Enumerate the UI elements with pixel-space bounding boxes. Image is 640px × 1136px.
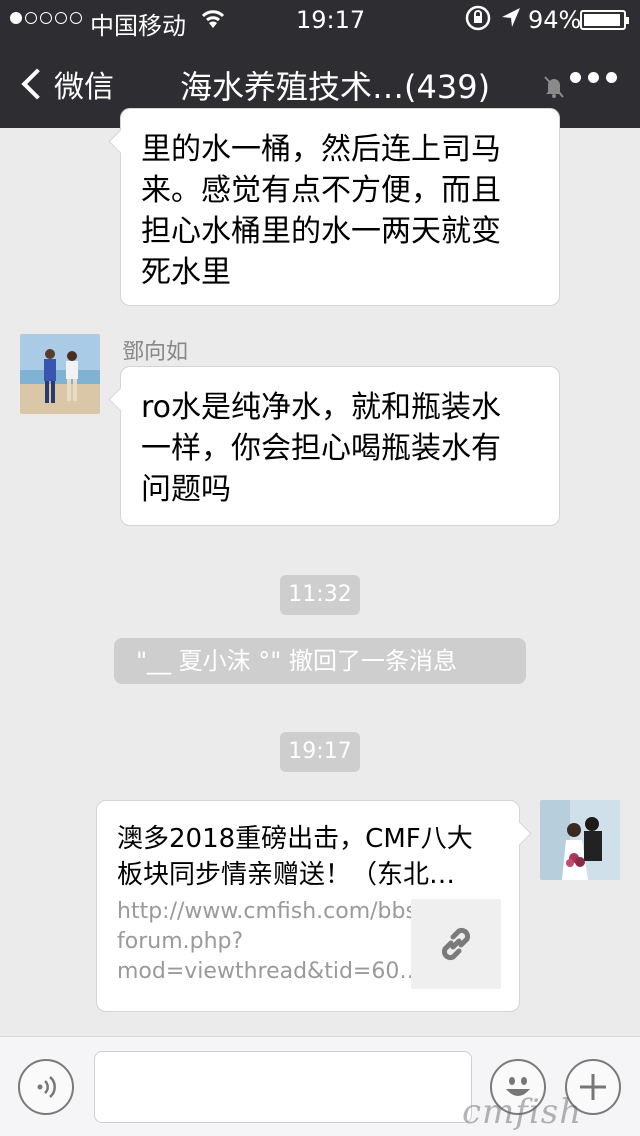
avatar[interactable] [20,334,100,414]
time-stamp: 19:17 [280,732,360,772]
chat-title: 海水养殖技术…(439) [180,68,491,106]
message-line: 死水里 [141,255,231,290]
message-line: 问题吗 [141,472,231,507]
message-line: 担心水桶里的水一两天就变 [141,214,501,249]
watermark: cmfish [462,1092,583,1132]
message-line: 来。感觉有点不方便，而且 [141,173,501,208]
carrier-name: 中国移动 [90,12,186,40]
wifi-icon [198,4,228,38]
sender-name: 鄧向如 [122,340,189,365]
signal-strength-icon [10,9,82,24]
more-options-button[interactable] [570,72,617,83]
status-time: 19:17 [296,6,366,34]
link-url-line: mod=viewthread&tid=60… [117,959,422,984]
message-line: 里的水一桶，然后连上司马 [141,132,501,167]
my-avatar[interactable] [540,800,620,880]
voice-icon [37,1076,56,1098]
message-line: 一样，你会担心喝瓶装水有 [141,431,501,466]
back-button[interactable]: 微信 [18,62,114,106]
message-bubble[interactable]: ro水是纯净水，就和瓶装水 一样，你会担心喝瓶装水有 问题吗 [120,366,560,526]
link-url: http://www.cmfish.com/bbs/ forum.php? mo… [117,897,425,987]
back-label: 微信 [54,70,114,105]
recall-notice: "__ 夏小沫 °" 撤回了一条消息 [114,638,526,684]
mute-icon [544,76,564,98]
link-title-line: 板块同步情亲赠送！（东北… [117,860,456,890]
link-url-line: http://www.cmfish.com/bbs/ [117,899,425,924]
message-line: ro水是纯净水，就和瓶装水 [141,390,502,425]
battery-percent: 94% [528,6,582,34]
location-icon [498,4,524,38]
link-card[interactable]: 澳多2018重磅出击，CMF八大 板块同步情亲赠送！（东北… http://ww… [96,800,520,1012]
link-url-line: forum.php? [117,929,244,954]
battery-icon [580,10,629,30]
link-title: 澳多2018重磅出击，CMF八大 板块同步情亲赠送！（东北… [117,821,497,893]
link-title-line: 澳多2018重磅出击，CMF八大 [117,824,473,854]
time-stamp: 11:32 [280,575,360,615]
message-bubble[interactable]: 里的水一桶，然后连上司马 来。感觉有点不方便，而且 担心水桶里的水一两天就变 死… [120,108,560,306]
link-icon [441,927,471,961]
status-bar: 中国移动 19:17 94% [0,0,640,40]
chevron-left-icon [21,68,53,100]
voice-button[interactable] [18,1059,74,1115]
rotation-lock-icon [464,4,492,38]
link-thumbnail [411,899,501,989]
message-input[interactable] [94,1051,472,1123]
